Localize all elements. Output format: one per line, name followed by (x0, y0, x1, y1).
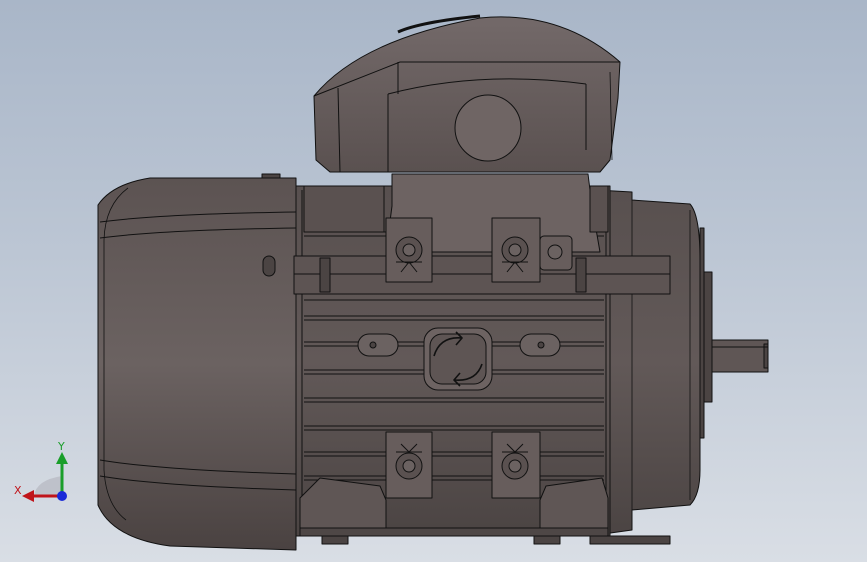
front-flange (595, 189, 701, 536)
fan-hood (97, 177, 297, 551)
motor-model[interactable] (0, 0, 867, 562)
triad-y-label: Y (58, 440, 65, 453)
hood-slot (262, 255, 276, 277)
motor-shaft (711, 339, 769, 373)
axis-triad: Y X (14, 440, 78, 510)
cad-3d-viewport[interactable]: Y X (0, 0, 867, 562)
triad-svg (22, 452, 68, 502)
upper-rail (293, 255, 671, 295)
triad-x-label: X (14, 484, 22, 497)
cable-gland (454, 94, 522, 162)
